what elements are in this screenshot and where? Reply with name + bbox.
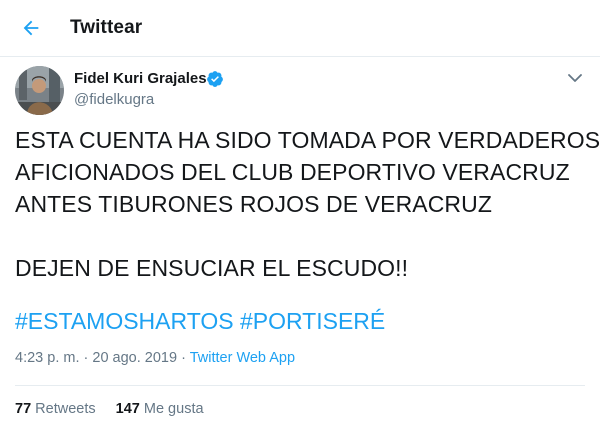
likes-label: Me gusta (143, 401, 204, 417)
more-options-button[interactable] (565, 70, 585, 86)
tweet-line: AFICIONADOS DEL CLUB DEPORTIVO VERACRUZ (15, 159, 570, 185)
likes-stat[interactable]: 147 Me gusta (116, 401, 204, 417)
source-app-link[interactable]: Twitter Web App (190, 350, 295, 366)
tweet-line: ANTES TIBURONES ROJOS DE VERACRUZ (15, 191, 493, 217)
avatar[interactable] (15, 66, 64, 115)
display-name[interactable]: Fidel Kuri Grajales (74, 70, 207, 87)
tweet-text: ESTA CUENTA HA SIDO TOMADA POR VERDADERO… (15, 124, 600, 284)
chevron-down-icon (568, 73, 582, 82)
back-button[interactable] (13, 10, 49, 46)
tweet-stats: 77 Retweets 147 Me gusta (15, 401, 220, 417)
avatar-image (15, 66, 64, 115)
retweets-count: 77 (15, 401, 32, 417)
retweets-label: Retweets (35, 401, 96, 417)
user-handle[interactable]: @fidelkugra (74, 91, 154, 108)
tweet-line: ESTA CUENTA HA SIDO TOMADA POR VERDADERO… (15, 127, 600, 153)
divider (15, 385, 585, 386)
hashtag-link[interactable]: #ESTAMOSHARTOS (15, 308, 234, 334)
likes-count: 147 (115, 401, 140, 417)
meta-separator: · (83, 350, 89, 366)
tweet-meta: 4:23 p. m. · 20 ago. 2019 · Twitter Web … (15, 350, 295, 366)
verified-badge-icon (207, 71, 223, 87)
tweet-date[interactable]: 20 ago. 2019 (92, 350, 177, 366)
hashtag-link[interactable]: #PORTISERÉ (240, 308, 385, 334)
page-title: Twittear (70, 17, 143, 38)
arrow-left-icon (23, 20, 39, 36)
meta-separator: · (181, 350, 186, 366)
tweet-time[interactable]: 4:23 p. m. (15, 350, 79, 366)
top-bar: Twittear (0, 0, 600, 57)
tweet-line: DEJEN DE ENSUCIAR EL ESCUDO!! (15, 255, 409, 281)
hashtags: #ESTAMOSHARTOS #PORTISERÉ (15, 305, 385, 337)
retweets-stat[interactable]: 77 Retweets (15, 401, 96, 417)
